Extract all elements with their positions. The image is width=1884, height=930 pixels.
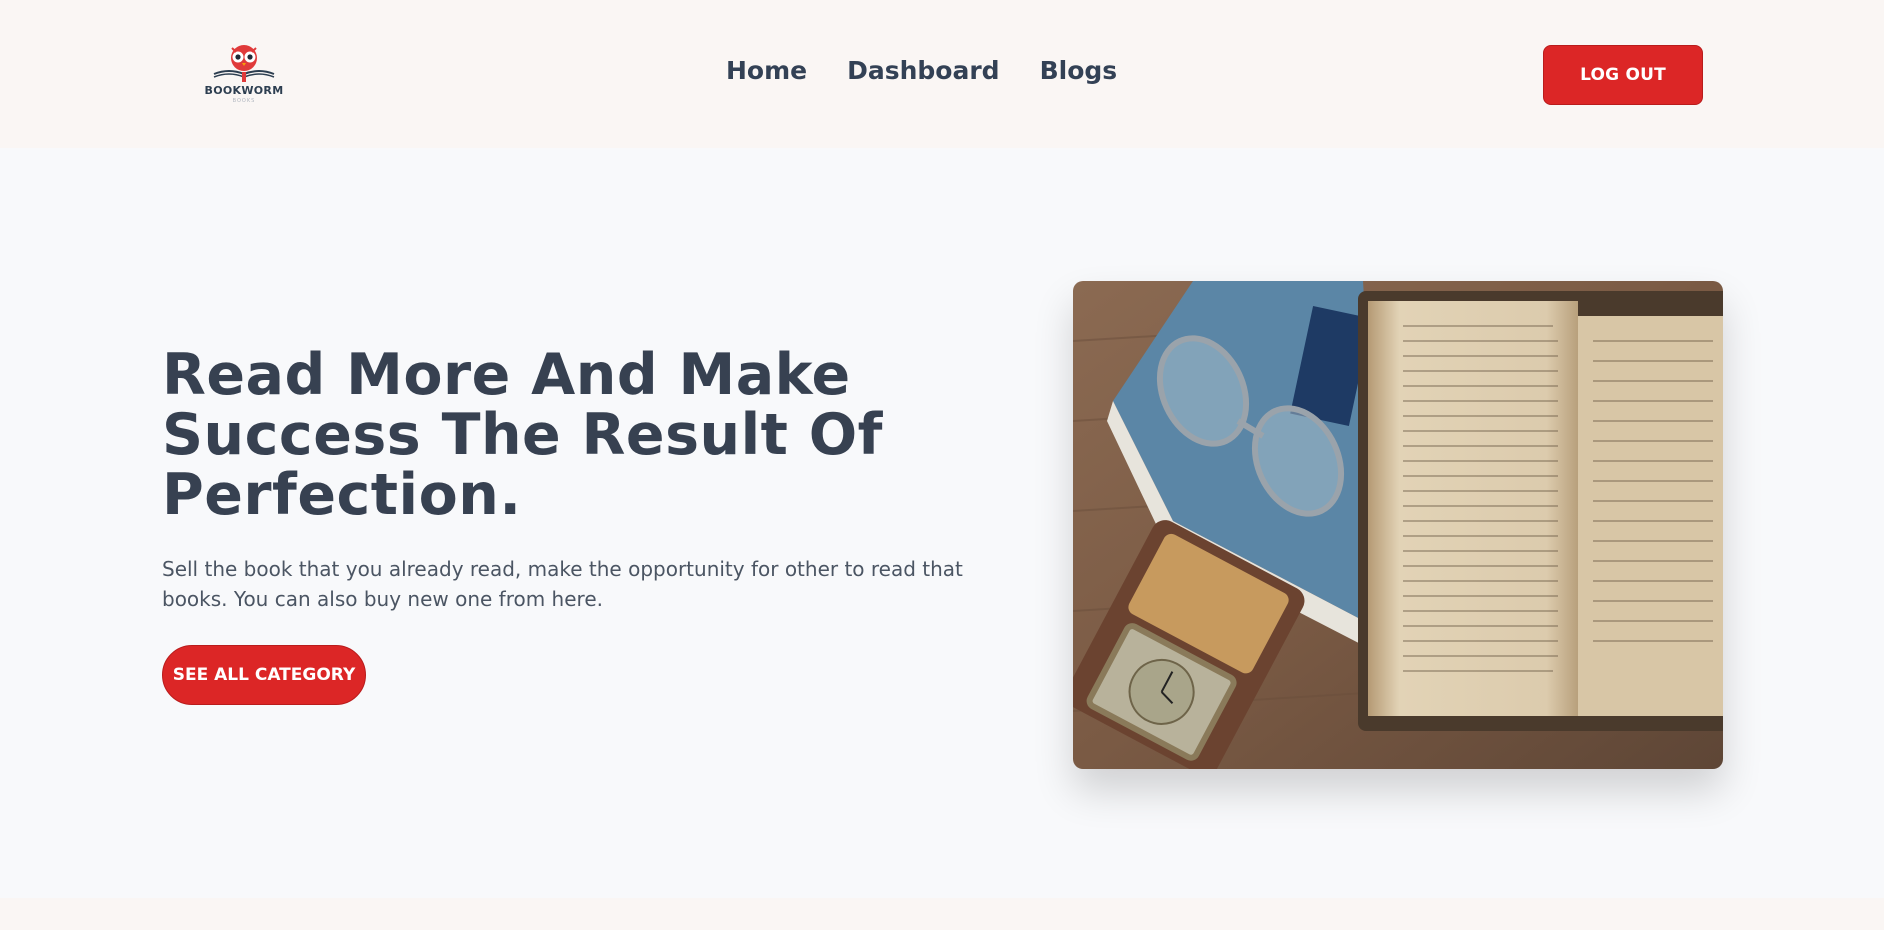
hero-title: Read More And Make Success The Result Of… xyxy=(162,342,883,528)
nav-home-link[interactable]: Home xyxy=(726,56,807,85)
nav-blogs-link[interactable]: Blogs xyxy=(1040,56,1118,85)
brand-logo[interactable]: BOOKWORM BOOKS xyxy=(204,44,284,106)
nav-dashboard-link[interactable]: Dashboard xyxy=(847,56,999,85)
books-glasses-clock-illustration xyxy=(1073,281,1723,769)
owl-reading-book-icon xyxy=(213,45,275,82)
brand-tagline: BOOKS xyxy=(232,98,256,104)
logout-button[interactable]: LOG OUT xyxy=(1543,45,1703,105)
hero-image xyxy=(1073,281,1723,769)
main-nav: Home Dashboard Blogs xyxy=(726,56,1117,85)
see-all-category-button[interactable]: SEE ALL CATEGORY xyxy=(162,645,366,705)
next-section-edge xyxy=(0,898,1884,930)
site-header: BOOKWORM BOOKS Home Dashboard Blogs LOG … xyxy=(0,0,1884,148)
hero-subtitle: Sell the book that you already read, mak… xyxy=(162,557,963,611)
brand-name: BOOKWORM xyxy=(204,84,284,97)
